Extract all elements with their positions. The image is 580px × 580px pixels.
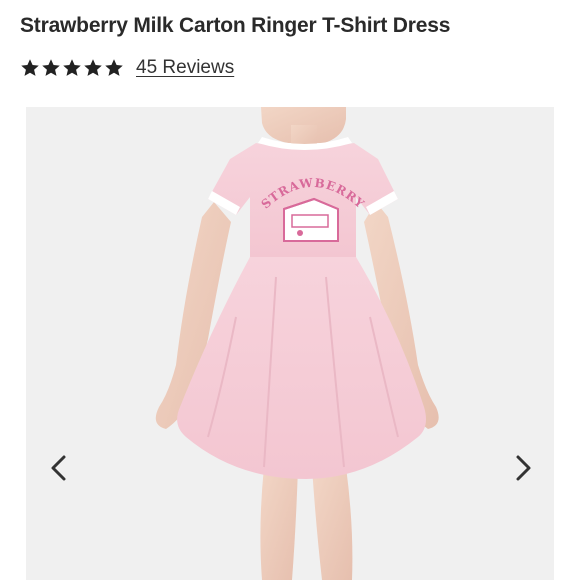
star-icon	[63, 59, 81, 76]
reviews-link[interactable]: 45 Reviews	[136, 56, 234, 80]
rating-row: 45 Reviews	[20, 56, 234, 80]
product-page: Strawberry Milk Carton Ringer T-Shirt Dr…	[0, 0, 580, 580]
star-icon	[105, 59, 123, 76]
star-icon	[21, 59, 39, 76]
star-rating	[20, 58, 124, 78]
previous-image-button[interactable]	[44, 451, 72, 485]
product-image-gallery[interactable]: STRAWBERRY	[26, 107, 554, 580]
next-image-button[interactable]	[510, 451, 538, 485]
star-icon	[84, 59, 102, 76]
chevron-left-icon	[51, 455, 66, 481]
product-title: Strawberry Milk Carton Ringer T-Shirt Dr…	[20, 14, 451, 37]
product-image: STRAWBERRY	[26, 107, 554, 580]
chevron-right-icon	[516, 455, 531, 481]
star-icon	[42, 59, 60, 76]
